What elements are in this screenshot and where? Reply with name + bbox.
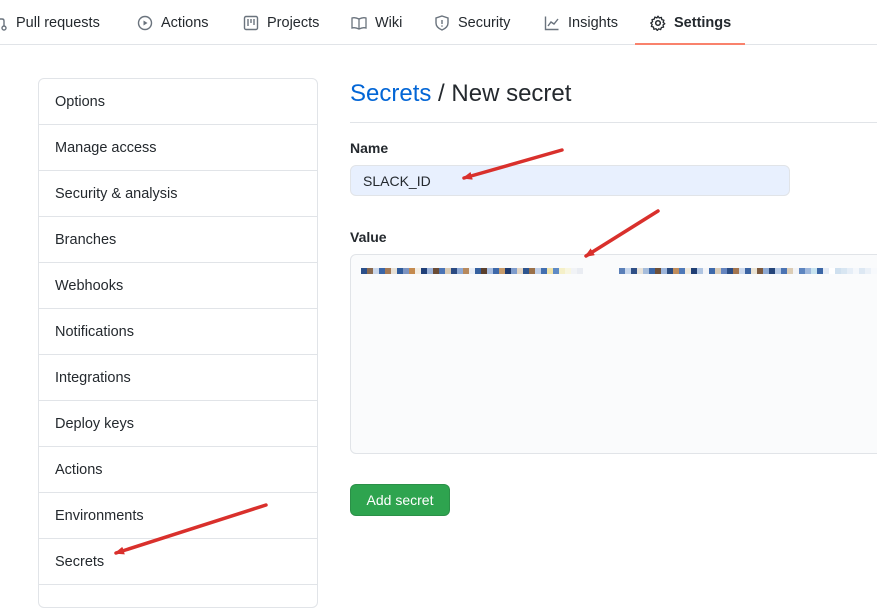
graph-icon: [544, 16, 559, 30]
sidebar-item-label: Environments: [55, 507, 144, 524]
sidebar-item-secrets[interactable]: Secrets: [39, 539, 317, 585]
add-secret-button[interactable]: Add secret: [350, 484, 450, 516]
title-divider: [350, 122, 877, 123]
sidebar-item-deploy-keys[interactable]: Deploy keys: [39, 401, 317, 447]
sidebar-item-notifications[interactable]: Notifications: [39, 309, 317, 355]
sidebar-item-branches[interactable]: Branches: [39, 217, 317, 263]
sidebar-item-label: Integrations: [55, 369, 131, 386]
tab-security[interactable]: Security: [434, 0, 510, 45]
redacted-value-block: [619, 268, 877, 280]
gear-icon: [650, 15, 666, 31]
tab-label: Settings: [674, 14, 732, 31]
pull-request-icon: [0, 17, 7, 31]
sidebar-item-integrations[interactable]: Integrations: [39, 355, 317, 401]
tab-label: Wiki: [375, 14, 403, 31]
book-icon: [351, 16, 367, 30]
page-title: Secrets / New secret: [350, 80, 571, 108]
sidebar-item-actions[interactable]: Actions: [39, 447, 317, 493]
breadcrumb-secrets-link[interactable]: Secrets: [350, 80, 431, 107]
selected-tab-underline: [635, 43, 745, 45]
sidebar-item-label: Branches: [55, 231, 117, 248]
tab-settings[interactable]: Settings: [650, 0, 731, 45]
secret-name-input[interactable]: [350, 165, 790, 196]
sidebar-item-label: Secrets: [55, 553, 105, 570]
arrow-to-value-field: [584, 209, 660, 258]
tab-label: Insights: [568, 14, 618, 31]
sidebar-item-label: Deploy keys: [55, 415, 134, 432]
name-label: Name: [350, 140, 389, 156]
sidebar-item-label: Manage access: [55, 139, 157, 156]
tab-insights[interactable]: Insights: [544, 0, 618, 45]
tab-label: Security: [458, 14, 511, 31]
sidebar-item-webhooks[interactable]: Webhooks: [39, 263, 317, 309]
sidebar-item-security-analysis[interactable]: Security & analysis: [39, 171, 317, 217]
tab-pull-requests[interactable]: Pull requests: [0, 0, 100, 45]
sidebar-item-environments[interactable]: Environments: [39, 493, 317, 539]
sidebar-item-label: Notifications: [55, 323, 134, 340]
tab-actions[interactable]: Actions: [137, 0, 209, 45]
sidebar-item-label: Options: [55, 93, 105, 110]
breadcrumb-separator: /: [431, 80, 452, 107]
sidebar-item-label: Actions: [55, 461, 103, 478]
shield-icon: [435, 14, 449, 31]
settings-sidebar: Options Manage access Security & analysi…: [38, 78, 318, 608]
tab-wiki[interactable]: Wiki: [351, 0, 402, 45]
secret-value-textarea[interactable]: [350, 254, 877, 454]
tab-label: Projects: [267, 14, 320, 31]
sidebar-item-label: Webhooks: [55, 277, 124, 294]
tab-label: Actions: [161, 14, 209, 31]
project-icon: [243, 15, 259, 30]
sidebar-item-options[interactable]: Options: [39, 79, 317, 125]
page-title-text: New secret: [451, 80, 572, 107]
tab-projects[interactable]: Projects: [243, 0, 319, 45]
sidebar-item-manage-access[interactable]: Manage access: [39, 125, 317, 171]
redacted-value-block: [361, 268, 583, 280]
value-label: Value: [350, 229, 387, 245]
play-icon: [137, 15, 153, 30]
tab-label: Pull requests: [16, 14, 100, 31]
repo-tab-nav: Pull requests Actions Projects Wiki Secu…: [0, 0, 877, 45]
sidebar-item-label: Security & analysis: [55, 185, 178, 202]
